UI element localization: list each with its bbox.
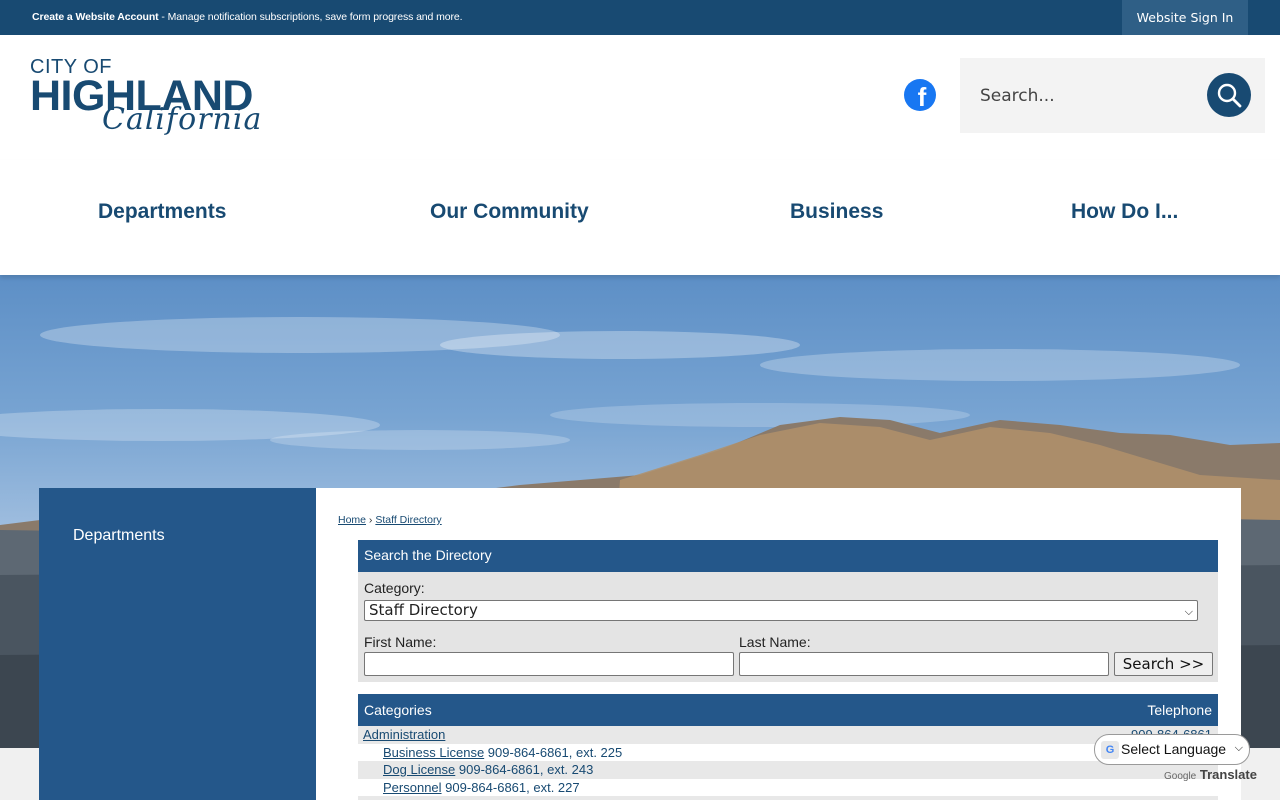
directory-search-button[interactable]: Search >> bbox=[1114, 652, 1213, 676]
table-row bbox=[358, 796, 1218, 800]
create-account-link[interactable]: Create a Website Account bbox=[32, 11, 159, 23]
language-select[interactable]: G Select Language ⌵ bbox=[1094, 734, 1250, 765]
nav-our-community[interactable]: Our Community bbox=[430, 200, 589, 224]
language-select-label: Select Language bbox=[1121, 741, 1227, 757]
category-phone-text: 909-864-6861, ext. 225 bbox=[487, 744, 623, 760]
nav-business[interactable]: Business bbox=[790, 200, 883, 224]
search-button[interactable] bbox=[1207, 73, 1251, 117]
breadcrumb-staff-directory[interactable]: Staff Directory bbox=[375, 514, 441, 526]
last-name-input[interactable] bbox=[739, 652, 1109, 676]
table-row: Business License 909-864-6861, ext. 225 bbox=[358, 744, 1218, 762]
nav-departments[interactable]: Departments bbox=[98, 200, 226, 224]
directory-search-heading: Search the Directory bbox=[358, 540, 1218, 572]
translate-label[interactable]: Translate bbox=[1200, 767, 1257, 782]
account-message-text: - Manage notification subscriptions, sav… bbox=[158, 11, 463, 23]
category-phone: 909-864-6861, ext. 225 bbox=[488, 745, 622, 760]
city-logo[interactable]: CITY OF HIGHLAND California bbox=[30, 56, 290, 148]
directory-search-panel: Search the Directory Category: Staff Dir… bbox=[358, 540, 1218, 682]
first-name-label: First Name: bbox=[364, 634, 437, 650]
category-phone: 909-864-6861, ext. 227 bbox=[445, 780, 579, 795]
directory-search-form: Category: Staff Directory ⌵ First Name: … bbox=[358, 572, 1218, 682]
sidebar: Departments bbox=[39, 488, 316, 800]
breadcrumb-separator: › bbox=[366, 514, 376, 526]
category-phone-text: 909-864-6861, ext. 243 bbox=[458, 762, 594, 777]
category-select[interactable]: Staff Directory ⌵ bbox=[364, 600, 1198, 621]
top-bar: Create a Website Account - Manage notifi… bbox=[0, 0, 1280, 35]
table-row: Personnel 909-864-6861, ext. 227 bbox=[358, 779, 1218, 797]
table-row: Dog License 909-864-6861, ext. 243 bbox=[358, 761, 1218, 779]
table-row: Administration 909-864-6861 bbox=[358, 726, 1218, 744]
categories-heading: Categories bbox=[364, 702, 432, 718]
google-label: Google bbox=[1164, 771, 1197, 782]
google-translate-icon: G bbox=[1101, 741, 1119, 759]
category-link-dog-license[interactable]: Dog License bbox=[383, 762, 455, 777]
first-name-input[interactable] bbox=[364, 652, 734, 676]
site-search bbox=[960, 58, 1265, 133]
logo-california: California bbox=[102, 102, 263, 137]
category-select-value: Staff Directory bbox=[369, 601, 478, 619]
nav-how-do-i[interactable]: How Do I... bbox=[1071, 200, 1178, 224]
category-label: Category: bbox=[364, 580, 425, 596]
main-nav: Departments Our Community Business How D… bbox=[0, 160, 1280, 275]
chevron-down-icon: ⌵ bbox=[1184, 605, 1193, 618]
breadcrumb: Home › Staff Directory bbox=[338, 514, 442, 526]
category-phone-text: 909-864-6861, ext. 227 bbox=[445, 779, 580, 795]
telephone-heading: Telephone bbox=[1147, 702, 1212, 718]
search-input[interactable] bbox=[960, 58, 1200, 133]
categories-header: Categories Telephone bbox=[358, 694, 1218, 726]
powered-by-google: Google Translate bbox=[1164, 767, 1257, 782]
category-link-personnel[interactable]: Personnel bbox=[383, 780, 442, 795]
last-name-label: Last Name: bbox=[739, 634, 811, 650]
category-phone: 909-864-6861, ext. 243 bbox=[459, 762, 593, 777]
search-icon bbox=[1217, 83, 1242, 108]
facebook-icon[interactable]: f bbox=[904, 79, 936, 111]
category-link-business-license[interactable]: Business License bbox=[383, 745, 484, 760]
categories-list: Administration 909-864-6861 Business Lic… bbox=[358, 726, 1218, 800]
sign-in-button[interactable]: Website Sign In bbox=[1122, 0, 1248, 35]
breadcrumb-home[interactable]: Home bbox=[338, 514, 366, 526]
sidebar-item-departments[interactable]: Departments bbox=[73, 527, 165, 545]
chevron-down-icon: ⌵ bbox=[1234, 742, 1243, 754]
category-link-administration[interactable]: Administration bbox=[363, 727, 445, 742]
facebook-glyph: f bbox=[917, 82, 927, 111]
account-message: Create a Website Account - Manage notifi… bbox=[32, 11, 463, 23]
